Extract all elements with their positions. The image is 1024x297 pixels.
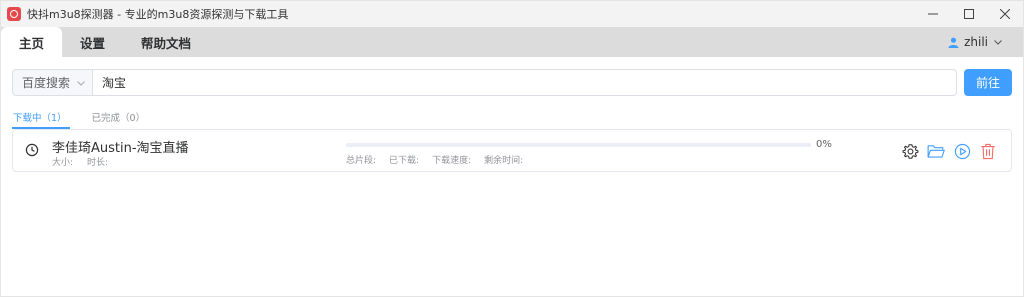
tab-settings[interactable]: 设置: [62, 27, 123, 57]
play-button[interactable]: [953, 142, 971, 160]
maximize-icon: [964, 9, 974, 19]
progress-percent: 0%: [816, 139, 832, 150]
maximize-button[interactable]: [951, 1, 987, 27]
user-name: zhili: [964, 35, 988, 49]
task-stats: 总片段: 已下载: 下载速度: 剩余时间:: [346, 153, 523, 166]
open-folder-button[interactable]: [927, 142, 945, 160]
minimize-icon: [928, 13, 938, 15]
tab-home[interactable]: 主页: [1, 27, 63, 57]
window-title: 快抖m3u8探测器 - 专业的m3u8资源探测与下载工具: [27, 8, 289, 21]
chevron-down-icon: [994, 40, 1002, 45]
play-icon: [954, 143, 970, 159]
user-menu[interactable]: zhili: [948, 27, 1003, 57]
title-bar: 快抖m3u8探测器 - 专业的m3u8资源探测与下载工具: [1, 1, 1023, 27]
tab-downloading[interactable]: 下载中（1）: [12, 110, 70, 129]
window-controls: [915, 1, 1023, 27]
tab-help-docs[interactable]: 帮助文档: [123, 27, 209, 57]
download-status-tabs: 下载中（1） 已完成（0）: [12, 110, 145, 129]
close-icon: [1000, 9, 1010, 19]
close-button[interactable]: [987, 1, 1023, 27]
task-actions: [901, 142, 997, 160]
segments-label: 总片段:: [346, 156, 377, 166]
search-bar: 百度搜索 前往: [12, 69, 1013, 96]
app-logo-icon: [7, 7, 21, 21]
download-task-card: 李佳琦Austin-淘宝直播 大小: 时长: 0% 总片段: 已下载: 下载速度…: [12, 129, 1012, 172]
progress-bar: [346, 143, 811, 147]
tab-completed[interactable]: 已完成（0）: [92, 110, 146, 129]
speed-label: 下载速度:: [432, 156, 472, 166]
chevron-down-icon: [77, 80, 85, 86]
task-duration-label: 时长:: [87, 158, 109, 168]
task-size-label: 大小:: [52, 158, 74, 168]
clock-icon: [25, 143, 39, 157]
downloaded-label: 已下载:: [389, 156, 420, 166]
task-title: 李佳琦Austin-淘宝直播: [52, 141, 189, 156]
gear-icon: [902, 143, 918, 159]
task-settings-button[interactable]: [901, 142, 919, 160]
go-button[interactable]: 前往: [964, 69, 1012, 96]
trash-icon: [981, 143, 995, 159]
app-window: 快抖m3u8探测器 - 专业的m3u8资源探测与下载工具 主页 设置 帮助文档 …: [0, 0, 1024, 297]
search-engine-select[interactable]: 百度搜索: [12, 69, 92, 96]
search-engine-label: 百度搜索: [22, 76, 71, 90]
delete-button[interactable]: [979, 142, 997, 160]
task-meta: 大小: 时长:: [52, 155, 108, 168]
minimize-button[interactable]: [915, 1, 951, 27]
user-icon: [948, 37, 959, 48]
main-tab-bar: 主页 设置 帮助文档 zhili: [1, 27, 1023, 57]
search-input[interactable]: [92, 69, 957, 96]
folder-icon: [927, 145, 945, 158]
remaining-label: 剩余时间:: [484, 156, 524, 166]
